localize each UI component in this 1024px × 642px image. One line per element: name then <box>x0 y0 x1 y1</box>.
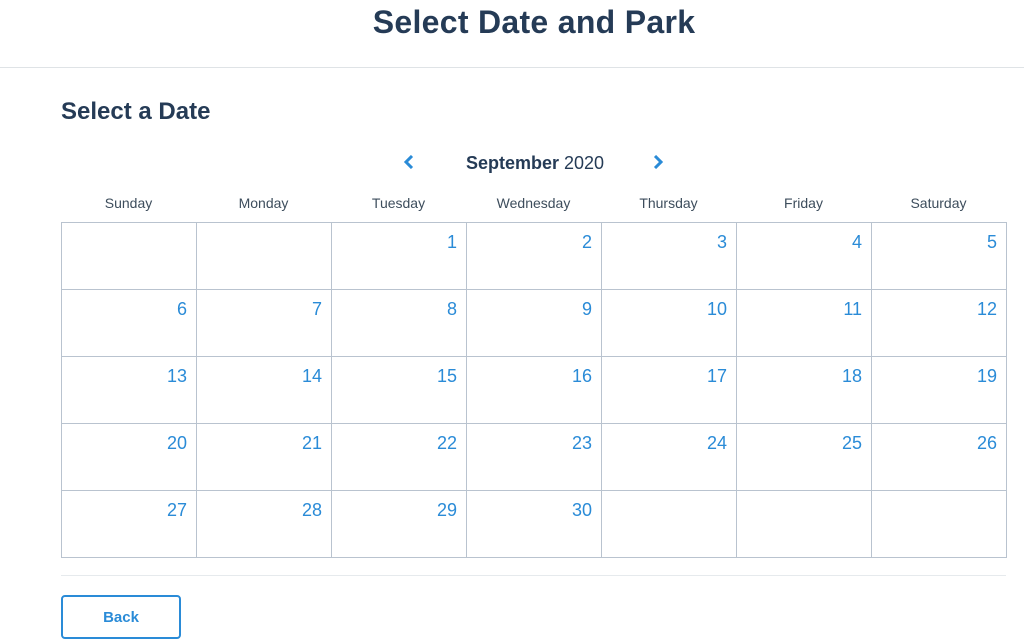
calendar-day-cell[interactable]: 17 <box>602 357 737 423</box>
day-number: 15 <box>436 366 457 386</box>
calendar-day-cell[interactable]: 1 <box>332 223 467 289</box>
day-number: 28 <box>301 500 322 520</box>
day-number: 4 <box>851 232 862 252</box>
weekday-saturday: Saturday <box>910 195 967 211</box>
day-number: 19 <box>976 366 997 386</box>
month-label: September <box>465 153 559 173</box>
weekday-wednesday: Wednesday <box>496 195 571 211</box>
day-number: 26 <box>976 433 997 453</box>
calendar-week-row: 20 21 22 23 24 25 26 <box>62 424 1007 491</box>
day-number: 16 <box>571 366 592 386</box>
month-year-label: September 2020 <box>390 152 680 174</box>
day-number: 11 <box>843 299 862 319</box>
day-number: 12 <box>976 299 997 319</box>
calendar-day-cell[interactable]: 20 <box>62 424 197 490</box>
calendar-empty-cell <box>62 223 197 289</box>
calendar-empty-cell <box>602 491 737 557</box>
day-number: 7 <box>311 299 322 319</box>
calendar-day-cell[interactable]: 30 <box>467 491 602 557</box>
day-number: 10 <box>706 299 727 319</box>
calendar-week-row: 27 28 29 30 <box>62 491 1007 558</box>
calendar-day-cell[interactable]: 11 <box>737 290 872 356</box>
day-number: 3 <box>716 232 727 252</box>
page-title: Select Date and Park <box>372 4 696 40</box>
calendar-empty-cell <box>737 491 872 557</box>
calendar-day-cell[interactable]: 26 <box>872 424 1007 490</box>
section-title: Select a Date <box>61 98 211 125</box>
day-number: 24 <box>706 433 727 453</box>
calendar-day-cell[interactable]: 28 <box>197 491 332 557</box>
calendar-day-cell[interactable]: 18 <box>737 357 872 423</box>
calendar-day-cell[interactable]: 29 <box>332 491 467 557</box>
calendar-day-cell[interactable]: 23 <box>467 424 602 490</box>
day-number: 13 <box>166 366 187 386</box>
calendar-day-cell[interactable]: 7 <box>197 290 332 356</box>
calendar-day-cell[interactable]: 6 <box>62 290 197 356</box>
chevron-right-icon <box>653 155 664 169</box>
day-number: 6 <box>176 299 187 319</box>
header-divider <box>0 67 1024 68</box>
day-number: 23 <box>571 433 592 453</box>
day-number: 5 <box>986 232 997 252</box>
calendar-day-cell[interactable]: 25 <box>737 424 872 490</box>
calendar-day-cell[interactable]: 15 <box>332 357 467 423</box>
day-number: 9 <box>581 299 592 319</box>
weekday-thursday: Thursday <box>639 195 698 211</box>
day-number: 20 <box>166 433 187 453</box>
day-number: 1 <box>446 232 457 252</box>
month-navigation: September 2020 <box>390 148 680 178</box>
day-number: 18 <box>841 366 862 386</box>
day-number: 2 <box>581 232 592 252</box>
calendar-day-cell[interactable]: 27 <box>62 491 197 557</box>
calendar-week-row: 13 14 15 16 17 18 19 <box>62 357 1007 424</box>
calendar-day-cell[interactable]: 5 <box>872 223 1007 289</box>
day-number: 22 <box>436 433 457 453</box>
weekday-header: Sunday Monday Tuesday Wednesday Thursday… <box>61 193 1006 213</box>
day-number: 8 <box>446 299 457 319</box>
calendar-empty-cell <box>872 491 1007 557</box>
calendar-week-row: 6 7 8 9 10 11 12 <box>62 290 1007 357</box>
calendar-week-row: 1 2 3 4 5 <box>62 223 1007 290</box>
calendar-grid: 1 2 3 4 5 6 7 8 9 10 11 12 13 14 15 16 17 18 19 20 21 22 23 24 2… <box>61 222 1007 558</box>
year-label: 2020 <box>564 153 605 173</box>
day-number: 21 <box>301 433 322 453</box>
calendar-day-cell[interactable]: 12 <box>872 290 1007 356</box>
weekday-friday: Friday <box>784 195 823 211</box>
day-number: 25 <box>841 433 862 453</box>
day-number: 27 <box>166 500 187 520</box>
calendar-day-cell[interactable]: 10 <box>602 290 737 356</box>
calendar-day-cell[interactable]: 24 <box>602 424 737 490</box>
calendar-day-cell[interactable]: 21 <box>197 424 332 490</box>
calendar-day-cell[interactable]: 2 <box>467 223 602 289</box>
calendar-day-cell[interactable]: 3 <box>602 223 737 289</box>
calendar-day-cell[interactable]: 13 <box>62 357 197 423</box>
calendar-day-cell[interactable]: 22 <box>332 424 467 490</box>
weekday-monday: Monday <box>238 195 289 211</box>
weekday-sunday: Sunday <box>104 195 153 211</box>
next-month-button[interactable] <box>646 150 670 174</box>
day-number: 14 <box>301 366 322 386</box>
calendar-day-cell[interactable]: 16 <box>467 357 602 423</box>
footer-divider <box>61 575 1006 576</box>
day-number: 30 <box>571 500 592 520</box>
day-number: 29 <box>436 500 457 520</box>
weekday-tuesday: Tuesday <box>371 195 426 211</box>
day-number: 17 <box>706 366 727 386</box>
back-button[interactable]: Back <box>61 595 181 639</box>
calendar-day-cell[interactable]: 9 <box>467 290 602 356</box>
calendar-day-cell[interactable]: 8 <box>332 290 467 356</box>
calendar-day-cell[interactable]: 14 <box>197 357 332 423</box>
calendar-day-cell[interactable]: 4 <box>737 223 872 289</box>
calendar-day-cell[interactable]: 19 <box>872 357 1007 423</box>
calendar-empty-cell <box>197 223 332 289</box>
